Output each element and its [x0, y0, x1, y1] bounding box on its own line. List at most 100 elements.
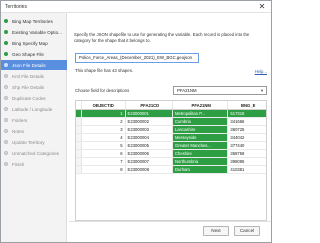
window-title: Territories — [5, 4, 27, 10]
step-pending-icon — [4, 107, 8, 111]
step-complete-icon — [4, 52, 8, 56]
table-row[interactable]: 7 E23000007 Northumbria 398095 — [76, 158, 266, 166]
wizard-step-label: Kml File Details — [12, 73, 44, 79]
wizard-step-label: Finish — [12, 161, 25, 167]
wizard-step-label: Existing Variable Optio... — [12, 29, 62, 35]
step-complete-icon — [4, 63, 8, 67]
wizard-step-label: Json File Details — [12, 62, 46, 68]
wizard-step-label: Shp File Details — [12, 84, 45, 90]
wizard-step-2[interactable]: Existing Variable Optio... — [1, 27, 67, 37]
table-row[interactable]: 1 E23000001 Metropolitan P... 517318 — [76, 110, 266, 118]
wizard-step-5[interactable]: Json File Details — [1, 60, 67, 70]
pfa21cd-cell: E23000007 — [126, 158, 174, 165]
pfa21nm-cell: Cheshire — [173, 150, 229, 157]
wizard-step-label: Folders — [12, 117, 28, 123]
main-content: Specify the JSON shapefile to use for ge… — [69, 13, 271, 221]
bng-e-cell: 341666 — [230, 119, 245, 124]
table-header: OBJECTID PFA21CD PFA21NM BNG_E — [76, 101, 266, 110]
bng-e-cell: 344042 — [230, 135, 245, 140]
objectid-cell: 3 — [82, 126, 126, 133]
wizard-step-label: Duplicate Codes — [12, 95, 46, 101]
footer-divider — [69, 221, 271, 222]
shapefile-table[interactable]: OBJECTID PFA21CD PFA21NM BNG_E 1 E2300000… — [75, 100, 267, 221]
wizard-step-label: Bing Specify Map — [12, 40, 48, 46]
json-file-path-field[interactable]: Police_Force_Areas_(December_2021)_EW_BG… — [75, 53, 199, 63]
wizard-step-3[interactable]: Bing Specify Map — [1, 38, 67, 48]
table-row[interactable]: 4 E23000004 Merseyside 344042 — [76, 134, 266, 142]
bng-e-cell: 410381 — [230, 167, 245, 172]
wizard-steps-sidebar: Bing Map Territories Existing Variable Op… — [1, 13, 67, 242]
wizard-step-8[interactable]: Duplicate Codes — [1, 93, 67, 103]
description-field-select[interactable]: PFA21NM ▼ — [173, 86, 267, 95]
wizard-window: Territories ✕ Bing Map Territories Existi… — [0, 0, 272, 243]
bng-e-cell: 360725 — [230, 127, 245, 132]
step-pending-icon — [4, 162, 8, 166]
table-row[interactable]: 8 E23000008 Durham 410381 — [76, 166, 266, 174]
objectid-cell: 8 — [82, 166, 126, 173]
table-row[interactable]: 3 E23000003 Lancashire 360725 — [76, 126, 266, 134]
step-complete-icon — [4, 41, 8, 45]
step-complete-icon — [4, 30, 8, 34]
pfa21cd-cell: E23000003 — [126, 126, 174, 133]
wizard-step-1[interactable]: Bing Map Territories — [1, 16, 67, 26]
step-complete-icon — [4, 19, 8, 23]
wizard-step-9[interactable]: Latitude / Longitude — [1, 104, 67, 114]
wizard-step-label: Latitude / Longitude — [12, 106, 53, 112]
wizard-step-13[interactable]: Unmatched Categories — [1, 148, 67, 158]
pfa21nm-cell: Durham — [173, 166, 229, 173]
bng-e-cell: 517318 — [228, 110, 266, 117]
step-pending-icon — [4, 96, 8, 100]
pfa21nm-cell: Greater Manches... — [173, 142, 229, 149]
wizard-step-label: Unmatched Categories — [12, 150, 59, 156]
pfa21nm-cell: Merseyside — [173, 134, 229, 141]
title-bar: Territories ✕ — [1, 1, 271, 13]
column-header-bng-e[interactable]: BNG_E — [228, 101, 266, 109]
next-button[interactable]: Next — [203, 226, 229, 236]
step-pending-icon — [4, 118, 8, 122]
wizard-step-label: Geo Shape File — [12, 51, 44, 57]
step-pending-icon — [4, 129, 8, 133]
pfa21cd-cell: E23000008 — [126, 166, 174, 173]
wizard-step-label: Bing Map Territories — [12, 18, 53, 24]
objectid-cell: 4 — [82, 134, 126, 141]
pfa21nm-cell: Northumbria — [173, 158, 229, 165]
column-header-objectid[interactable]: OBJECTID — [82, 101, 126, 109]
pfa21cd-cell: E23000001 — [125, 110, 174, 117]
objectid-cell: 1 — [81, 110, 126, 117]
table-row[interactable]: 5 E23000005 Greater Manches... 377440 — [76, 142, 266, 150]
step-pending-icon — [4, 140, 8, 144]
close-button[interactable]: ✕ — [257, 2, 267, 12]
cancel-button[interactable]: Cancel — [234, 226, 260, 236]
wizard-step-12[interactable]: Update Territory — [1, 137, 67, 147]
wizard-step-10[interactable]: Folders — [1, 115, 67, 125]
wizard-step-label: Update Territory — [12, 139, 45, 145]
wizard-step-4[interactable]: Geo Shape File — [1, 49, 67, 59]
column-header-pfa21cd[interactable]: PFA21CD — [126, 101, 174, 109]
wizard-step-14[interactable]: Finish — [1, 159, 67, 169]
step-pending-icon — [4, 151, 8, 155]
wizard-step-6[interactable]: Kml File Details — [1, 71, 67, 81]
step-pending-icon — [4, 74, 8, 78]
pfa21cd-cell: E23000002 — [126, 118, 174, 125]
bng-e-cell: 398095 — [230, 159, 245, 164]
pfa21cd-cell: E23000006 — [126, 150, 174, 157]
table-row[interactable]: 6 E23000006 Cheshire 368759 — [76, 150, 266, 158]
wizard-step-7[interactable]: Shp File Details — [1, 82, 67, 92]
table-body: 1 E23000001 Metropolitan P... 517318 2 E23000… — [76, 110, 266, 174]
table-row[interactable]: 2 E23000002 Cumbria 341666 — [76, 118, 266, 126]
pfa21nm-cell: Metropolitan P... — [173, 110, 229, 117]
column-header-pfa21nm[interactable]: PFA21NM — [173, 101, 229, 109]
pfa21cd-cell: E23000005 — [126, 142, 174, 149]
wizard-step-11[interactable]: Notes — [1, 126, 67, 136]
objectid-cell: 6 — [82, 150, 126, 157]
help-link[interactable]: Help... — [255, 69, 267, 74]
pfa21nm-cell: Cumbria — [173, 118, 229, 125]
shape-count-text: This shape file has 43 shapes. — [75, 68, 134, 73]
objectid-cell: 5 — [82, 142, 126, 149]
objectid-cell: 2 — [82, 118, 126, 125]
bng-e-cell: 368759 — [230, 151, 245, 156]
instructions-text: Specify the JSON shapefile to use for ge… — [74, 32, 250, 43]
objectid-cell: 7 — [82, 158, 126, 165]
pfa21nm-cell: Lancashire — [173, 126, 229, 133]
bng-e-cell: 377440 — [230, 143, 245, 148]
